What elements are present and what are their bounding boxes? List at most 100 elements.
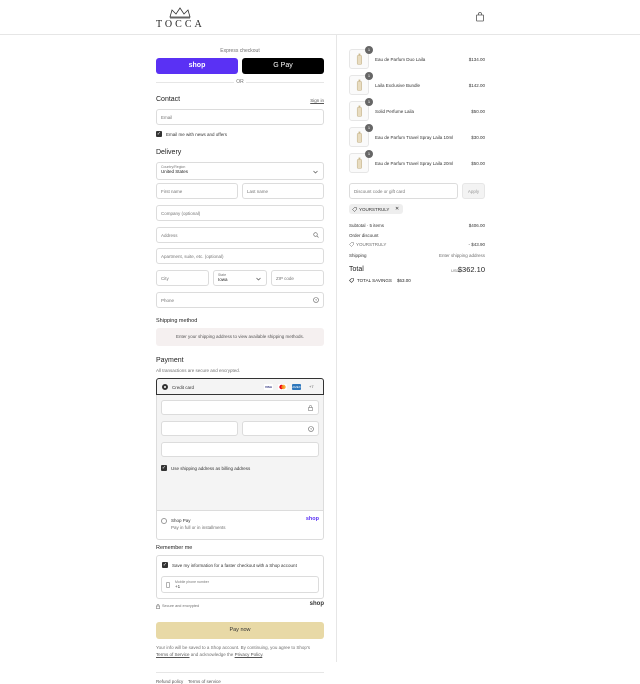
shipping-label: Shipping: [349, 253, 367, 258]
country-select[interactable]: Country/Region United States: [156, 162, 324, 180]
mastercard-icon: [278, 384, 287, 390]
legal-and: and acknowledge the: [190, 652, 234, 657]
brand-name: TOCCA: [156, 19, 205, 30]
contact-title: Contact: [156, 96, 181, 103]
product-price: $50.00: [471, 161, 485, 166]
product-price: $50.00: [471, 109, 485, 114]
credit-card-radio[interactable]: [162, 384, 168, 390]
cart-item: 1 Eau de Parfum Duo Laila $134.00: [349, 46, 485, 71]
legal-text: Your info will be saved to a Shop accoun…: [156, 644, 324, 658]
remember-me-box: ✓ Save my information for a faster check…: [156, 555, 324, 599]
header: TOCCA: [0, 0, 640, 35]
remove-discount-icon[interactable]: ✕: [395, 206, 399, 212]
product-name: Eau de Parfum Duo Laila: [375, 57, 426, 62]
refund-policy-link[interactable]: Refund policy: [156, 679, 183, 684]
mobile-value: +1: [175, 584, 181, 589]
subtotal-value: $406.00: [468, 223, 485, 228]
payment-subtitle: All transactions are secure and encrypte…: [156, 368, 241, 373]
shop-pay-button[interactable]: shop: [156, 58, 238, 74]
total-label: Total: [349, 266, 364, 273]
chevron-down-icon: [256, 277, 261, 281]
news-label: Email me with news and offers: [166, 132, 227, 137]
card-form: ? ✓ Use shipping address as billing addr…: [157, 395, 323, 510]
company-field[interactable]: Company (optional): [156, 205, 324, 221]
order-summary: 1 Eau de Parfum Duo Laila $134.00 1 Laila Ex…: [349, 35, 485, 335]
quantity-badge: 1: [365, 150, 373, 158]
cart-item: 1 Eau de Parfum Travel Spray Laila 20ml $5…: [349, 150, 485, 175]
address-field[interactable]: Address: [156, 227, 324, 243]
first-name-field[interactable]: First name: [156, 183, 238, 199]
shipping-value: Enter shipping address: [438, 253, 485, 258]
total-savings-value: $63.00: [397, 278, 411, 283]
product-name: Solid Perfume Laila: [375, 109, 415, 114]
product-name: Eau de Parfum Travel Spray Laila 10ml: [375, 135, 454, 140]
save-info-checkbox[interactable]: ✓: [162, 562, 168, 568]
total-value: $362.10: [457, 265, 485, 274]
express-checkout-label: Express checkout: [220, 48, 260, 54]
shop-pay-logo: shop: [305, 516, 319, 522]
visa-icon: VISA: [264, 384, 273, 390]
legal-text-1: Your info will be saved to a Shop accoun…: [156, 645, 311, 650]
cart-item: 1 Solid Perfume Laila $50.00: [349, 98, 485, 123]
email-field[interactable]: Email: [156, 109, 324, 125]
shop-pay-label: Shop Pay: [171, 518, 191, 523]
brand-logo[interactable]: TOCCA: [156, 7, 206, 30]
card-number-field[interactable]: [161, 400, 319, 415]
privacy-link[interactable]: Privacy Policy: [235, 652, 263, 657]
discount-code: YOURSTRULY: [359, 206, 390, 212]
city-field[interactable]: City: [156, 270, 209, 286]
pay-now-button[interactable]: Pay now: [156, 622, 324, 639]
discount-field[interactable]: Discount code or gift card: [349, 183, 458, 199]
shipping-notice: Enter your shipping address to view avai…: [156, 328, 324, 346]
cart-item: 1 Laila Exclusive Bundle $142.00: [349, 72, 485, 97]
credit-card-option[interactable]: Credit card VISA AMEX +7: [156, 378, 324, 395]
help-icon[interactable]: ?: [308, 426, 314, 432]
quantity-badge: 1: [365, 72, 373, 80]
shopping-bag-icon[interactable]: [475, 12, 485, 22]
crown-icon: [169, 7, 191, 19]
chevron-down-icon: [313, 170, 318, 174]
shop-pay-option[interactable]: Shop Pay Pay in full or in installments …: [156, 510, 324, 540]
quantity-badge: 1: [365, 98, 373, 106]
quantity-badge: 1: [365, 46, 373, 54]
news-checkbox[interactable]: ✓: [156, 131, 162, 137]
apply-button[interactable]: Apply: [462, 183, 485, 199]
zip-field[interactable]: ZIP code: [271, 270, 324, 286]
product-name: Laila Exclusive Bundle: [375, 83, 421, 88]
shop-logo: shop: [309, 601, 324, 607]
delivery-title: Delivery: [156, 149, 182, 156]
billing-label: Use shipping address as billing address: [171, 466, 251, 471]
lock-icon: [156, 604, 160, 609]
card-name-field[interactable]: [161, 442, 319, 457]
billing-checkbox[interactable]: ✓: [161, 465, 167, 471]
save-info-label: Save my information for a faster checkou…: [172, 563, 297, 568]
mobile-phone-field[interactable]: Mobile phone number +1: [161, 576, 319, 593]
shop-pay-radio[interactable]: [161, 518, 167, 524]
legal-end: .: [262, 652, 264, 657]
last-name-field[interactable]: Last name: [242, 183, 324, 199]
shop-pay-subtitle: Pay in full or in installments: [171, 525, 226, 530]
discount-value: - $43.90: [468, 242, 485, 247]
expiry-field[interactable]: [161, 421, 238, 436]
phone-field[interactable]: Phone: [156, 292, 324, 308]
secure-label: Secure and encrypted: [162, 604, 200, 608]
help-icon[interactable]: ?: [313, 297, 319, 303]
total-savings-label: TOTAL SAVINGS: [357, 278, 392, 283]
cart-item: 1 Eau de Parfum Travel Spray Laila 10ml $3…: [349, 124, 485, 149]
product-price: $30.00: [471, 135, 485, 140]
remember-me-title: Remember me: [156, 545, 193, 551]
terms-of-service-link[interactable]: Terms of service: [188, 679, 221, 684]
payment-title: Payment: [156, 357, 184, 364]
more-cards-badge: +7: [309, 384, 314, 389]
sign-in-link[interactable]: Sign in: [310, 98, 324, 103]
discount-chip: YOURSTRULY ✕: [349, 204, 403, 214]
amex-icon: AMEX: [292, 384, 301, 390]
order-discount-label: Order discount: [349, 233, 379, 238]
apartment-field[interactable]: Apartment, suite, etc. (optional): [156, 248, 324, 264]
phone-icon: [166, 582, 170, 588]
state-select[interactable]: State Iowa: [213, 270, 267, 286]
google-pay-button[interactable]: G Pay: [242, 58, 324, 74]
terms-link[interactable]: Terms of Service: [156, 652, 190, 657]
subtotal-label: Subtotal · 5 items: [349, 223, 385, 228]
column-divider: [336, 35, 337, 662]
